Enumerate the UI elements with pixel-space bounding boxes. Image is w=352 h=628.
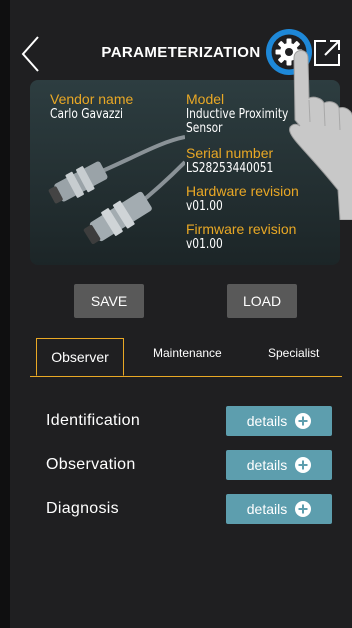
top-bar: PARAMETERIZATION <box>10 0 352 80</box>
section-label-observation: Observation <box>46 456 136 473</box>
plus-circle-icon <box>295 501 312 517</box>
external-link-icon <box>314 40 340 66</box>
tab-bar: Observer Maintenance Specialist <box>30 336 352 378</box>
model-value-line1: Inductive Proximity <box>186 107 289 122</box>
serial-label: Serial number <box>186 145 274 161</box>
vendor-value: Carlo Gavazzi <box>50 107 124 122</box>
plus-circle-icon <box>295 413 312 429</box>
section-label-diagnosis: Diagnosis <box>46 500 119 517</box>
details-button-label: details <box>246 457 288 473</box>
firmware-revision-value: v01.00 <box>186 237 223 252</box>
plus-circle-icon <box>295 457 312 473</box>
details-button-label: details <box>246 501 288 517</box>
hardware-revision-label: Hardware revision <box>186 183 299 199</box>
hardware-revision-value: v01.00 <box>186 199 223 214</box>
observation-details-button[interactable]: details <box>226 450 332 480</box>
sensor-product-image <box>48 135 185 245</box>
firmware-revision-label: Firmware revision <box>186 221 297 237</box>
tab-underline <box>30 376 342 377</box>
vendor-label: Vendor name <box>50 91 134 107</box>
export-button[interactable] <box>312 38 342 68</box>
serial-value: LS28253440051 <box>186 161 274 176</box>
save-button[interactable]: SAVE <box>74 284 144 318</box>
identification-details-button[interactable]: details <box>226 406 332 436</box>
tab-specialist[interactable]: Specialist <box>268 346 319 360</box>
device-info-card: Vendor name Carlo Gavazzi Model Inductiv… <box>30 80 340 265</box>
settings-button[interactable] <box>263 26 315 78</box>
gear-icon <box>266 29 312 75</box>
model-label: Model <box>186 91 225 107</box>
model-value-line2: Sensor <box>186 121 223 136</box>
details-button-label: details <box>246 413 288 429</box>
tab-observer[interactable]: Observer <box>36 338 124 376</box>
diagnosis-details-button[interactable]: details <box>226 494 332 524</box>
app-screen: PARAMETERIZATION Vendor name Carlo Gavaz… <box>10 0 352 628</box>
tab-maintenance[interactable]: Maintenance <box>153 346 222 360</box>
section-label-identification: Identification <box>46 412 141 429</box>
load-button[interactable]: LOAD <box>227 284 297 318</box>
